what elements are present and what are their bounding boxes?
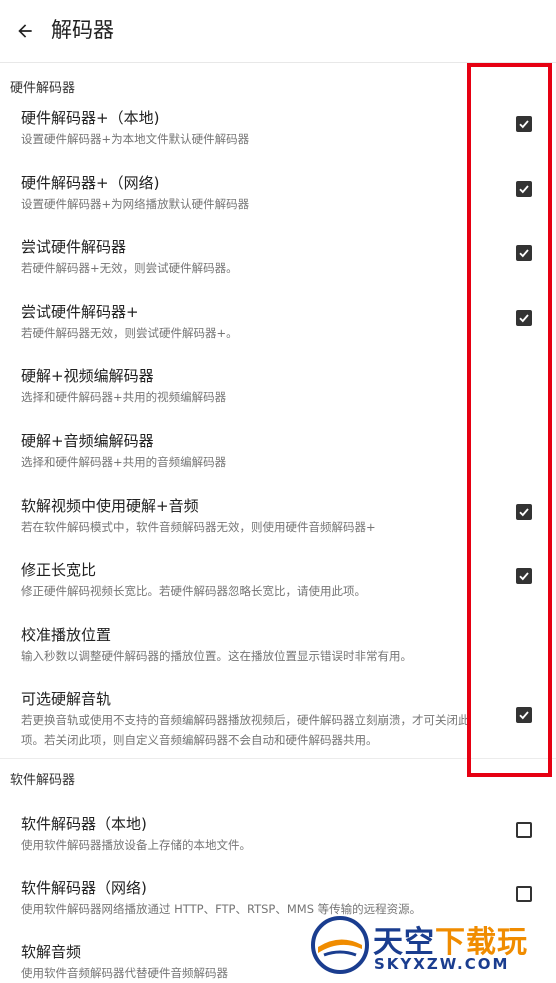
item-summary: 设置硬件解码器+为网络播放默认硬件解码器 xyxy=(21,197,250,211)
item-summary: 选择和硬件解码器+共用的音频编解码器 xyxy=(21,455,227,469)
item-title: 硬件解码器+（本地) xyxy=(21,109,160,127)
page-title: 解码器 xyxy=(51,18,114,42)
item-title: 硬件解码器+（网络) xyxy=(21,174,160,192)
item-title: 修正长宽比 xyxy=(21,561,97,579)
item-summary: 选择和硬件解码器+共用的视频编解码器 xyxy=(21,390,227,404)
item-title: 软解音频 xyxy=(21,943,82,961)
item-summary: 若更换音轨或使用不支持的音频编解码器播放视频后，硬件解码器立刻崩溃，才可关闭此项… xyxy=(21,713,470,747)
pref-sw-local[interactable]: 软件解码器（本地) 使用软件解码器播放设备上存储的本地文件。 xyxy=(0,813,556,871)
item-title: 尝试硬件解码器 xyxy=(21,238,127,256)
item-summary: 若硬件解码器+无效，则尝试硬件解码器。 xyxy=(21,261,238,275)
item-summary: 使用软件解码器播放设备上存储的本地文件。 xyxy=(21,838,251,852)
watermark: 天空下载玩 SKYXZW.COM xyxy=(310,915,554,975)
back-arrow-icon[interactable] xyxy=(10,16,40,46)
item-title: 尝试硬件解码器+ xyxy=(21,303,139,321)
checkbox-unchecked[interactable] xyxy=(516,822,532,838)
item-summary: 设置硬件解码器+为本地文件默认硬件解码器 xyxy=(21,132,250,146)
pref-hw-plus-network[interactable]: 硬件解码器+（网络) 设置硬件解码器+为网络播放默认硬件解码器 xyxy=(0,172,556,230)
item-summary: 输入秒数以调整硬件解码器的播放位置。这在播放位置显示错误时非常有用。 xyxy=(21,649,412,663)
pref-fix-aspect-ratio[interactable]: 修正长宽比 修正硬件解码视频长宽比。若硬件解码器忽略长宽比，请使用此项。 xyxy=(0,559,556,617)
pref-hw-plus-video-codecs[interactable]: 硬解+视频编解码器 选择和硬件解码器+共用的视频编解码器 xyxy=(0,365,556,423)
pref-hw-plus-local[interactable]: 硬件解码器+（本地) 设置硬件解码器+为本地文件默认硬件解码器 xyxy=(0,107,556,165)
item-summary: 使用软件音频解码器代替硬件音频解码器 xyxy=(21,966,228,980)
pref-optional-hw-audio-track[interactable]: 可选硬解音轨 若更换音轨或使用不支持的音频编解码器播放视频后，硬件解码器立刻崩溃… xyxy=(0,688,556,756)
section-header-software: 软件解码器 xyxy=(10,773,76,788)
item-summary: 修正硬件解码视频长宽比。若硬件解码器忽略长宽比，请使用此项。 xyxy=(21,584,366,598)
item-title: 硬解+视频编解码器 xyxy=(21,367,154,385)
item-title: 软件解码器（网络) xyxy=(21,879,147,897)
watermark-logo-icon xyxy=(311,916,369,974)
checkbox-checked[interactable] xyxy=(516,707,532,723)
app-bar: 解码器 xyxy=(0,0,556,63)
item-title: 硬解+音频编解码器 xyxy=(21,432,154,450)
checkbox-checked[interactable] xyxy=(516,568,532,584)
checkbox-unchecked[interactable] xyxy=(516,886,532,902)
checkbox-checked[interactable] xyxy=(516,116,532,132)
checkbox-checked[interactable] xyxy=(516,504,532,520)
item-title: 校准播放位置 xyxy=(21,626,112,644)
watermark-url: SKYXZW.COM xyxy=(374,955,510,973)
item-title: 软解视频中使用硬解+音频 xyxy=(21,497,199,515)
checkbox-checked[interactable] xyxy=(516,181,532,197)
item-title: 软件解码器（本地) xyxy=(21,815,147,833)
item-summary: 若硬件解码器无效，则尝试硬件解码器+。 xyxy=(21,326,238,340)
pref-calibrate-position[interactable]: 校准播放位置 输入秒数以调整硬件解码器的播放位置。这在播放位置显示错误时非常有用… xyxy=(0,624,556,682)
item-summary: 若在软件解码模式中，软件音频解码器无效，则使用硬件音频解码器+ xyxy=(21,520,376,534)
section-header-hardware: 硬件解码器 xyxy=(10,81,76,96)
pref-sw-video-hw-audio[interactable]: 软解视频中使用硬解+音频 若在软件解码模式中，软件音频解码器无效，则使用硬件音频… xyxy=(0,495,556,553)
checkbox-checked[interactable] xyxy=(516,245,532,261)
pref-hw-plus-audio-codecs[interactable]: 硬解+音频编解码器 选择和硬件解码器+共用的音频编解码器 xyxy=(0,430,556,488)
item-title: 可选硬解音轨 xyxy=(21,690,112,708)
checkbox-checked[interactable] xyxy=(516,310,532,326)
pref-try-hw[interactable]: 尝试硬件解码器 若硬件解码器+无效，则尝试硬件解码器。 xyxy=(0,236,556,294)
pref-try-hw-plus[interactable]: 尝试硬件解码器+ 若硬件解码器无效，则尝试硬件解码器+。 xyxy=(0,301,556,359)
section-divider xyxy=(0,758,556,759)
